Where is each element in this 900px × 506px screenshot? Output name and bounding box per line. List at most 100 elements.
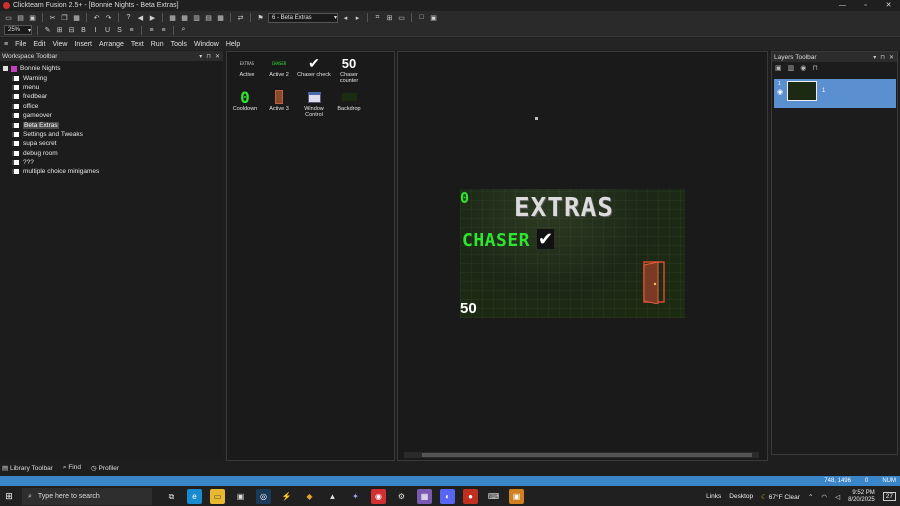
layer-lock-icon[interactable]: ⊓ (812, 64, 817, 72)
minimize-button[interactable]: — (831, 0, 854, 11)
object-chaser-counter[interactable]: 50 Chaser counter (331, 54, 367, 85)
align-icon[interactable]: ⌗ (373, 13, 382, 22)
store-icon[interactable]: ▣ (233, 489, 248, 504)
volume-icon[interactable]: ◁ (835, 493, 840, 501)
tree-frame-supa-secret[interactable]: supa secret (0, 139, 223, 148)
object-active-3[interactable]: Active 3 (261, 88, 297, 112)
weather-widget[interactable]: ☾ 67°F Clear (761, 493, 800, 501)
chaser-check[interactable]: ✔ (537, 229, 554, 249)
door-icon[interactable] (641, 259, 667, 304)
grid-icon[interactable]: ⊞ (385, 13, 394, 22)
tab-profiler[interactable]: ◷ Profiler (91, 464, 119, 472)
maximize-button[interactable]: ▫ (854, 0, 877, 11)
tree-frame-fredbear[interactable]: fredbear (0, 92, 223, 101)
collapse-icon[interactable] (3, 66, 8, 72)
add-layer-icon[interactable]: ▣ (775, 64, 782, 72)
chaser-label[interactable]: CHASER (462, 230, 530, 251)
clock[interactable]: 9:52 PM 8/20/2025 (848, 490, 875, 504)
menu-edit[interactable]: Edit (33, 41, 45, 48)
frame-icon[interactable]: ⚑ (256, 13, 265, 22)
tree-frame-menu[interactable]: menu (0, 83, 223, 92)
network-icon[interactable]: ◠ (821, 493, 827, 501)
close-panel-icon[interactable]: ✕ (215, 53, 220, 60)
desktop-toolbar[interactable]: Desktop (729, 493, 753, 500)
scroll-thumb[interactable] (422, 453, 752, 457)
delete-layer-icon[interactable]: ▥ (788, 64, 795, 72)
steam-icon[interactable]: ◎ (256, 489, 271, 504)
align-center-icon[interactable]: ≡ (147, 26, 156, 35)
extras-title[interactable]: EXTRAS (514, 193, 614, 223)
object-chaser-check[interactable]: ✔ Chaser check (296, 54, 332, 79)
tree-frame-debug-room[interactable]: debug room (0, 149, 223, 158)
forward-icon[interactable]: ▶ (148, 13, 157, 22)
shield-icon[interactable]: ◆ (302, 489, 317, 504)
search-icon[interactable]: ⌕ (179, 26, 188, 35)
object-active[interactable]: EXTRAS Active (229, 54, 265, 79)
menu-insert[interactable]: Insert (74, 41, 92, 48)
tree-frame-gameover[interactable]: gameover (0, 111, 223, 120)
copy-icon[interactable]: ❐ (60, 13, 69, 22)
layout-icon[interactable]: ▭ (397, 13, 406, 22)
dropdown-icon[interactable]: ▾ (873, 54, 876, 61)
strikeout-icon[interactable]: S (115, 26, 124, 35)
object-cooldown[interactable]: 0 Cooldown (227, 88, 263, 113)
menu-arrange[interactable]: Arrange (99, 41, 124, 48)
start-button[interactable]: ⊞ (0, 487, 18, 506)
undo-icon[interactable]: ↶ (92, 13, 101, 22)
edge-icon[interactable]: e (187, 489, 202, 504)
tree-frame-beta-extras[interactable]: Beta Extras (0, 120, 223, 129)
discord-icon[interactable]: ◐ (440, 489, 455, 504)
edit-text-icon[interactable]: ✎ (43, 26, 52, 35)
tree-frame-office[interactable]: office (0, 102, 223, 111)
menu-view[interactable]: View (52, 41, 67, 48)
object-window-control[interactable]: Window Control (296, 88, 332, 118)
dropdown-icon[interactable]: ▾ (199, 53, 202, 60)
app-icon-white[interactable]: ▲ (325, 489, 340, 504)
layer-row[interactable]: 1 ◉ 1 (774, 79, 896, 108)
layer-visibility-icon[interactable]: ◉ (800, 64, 806, 72)
keyboard-icon[interactable]: ⌨ (486, 489, 501, 504)
menu-help[interactable]: Help (226, 41, 240, 48)
redo-icon[interactable]: ↷ (104, 13, 113, 22)
tab-find[interactable]: ⌕ Find (63, 464, 81, 472)
frame-select[interactable]: 6 - Beta Extras ▾ (268, 12, 338, 23)
app-icon-orange[interactable]: ▣ (509, 489, 524, 504)
file-explorer-icon[interactable]: ▭ (210, 489, 225, 504)
taskbar-search[interactable]: ⌕ Type here to search (22, 488, 152, 505)
italic-icon[interactable]: I (91, 26, 100, 35)
grid-toggle-icon[interactable]: ⊞ (55, 26, 64, 35)
app-icon-red[interactable]: ● (463, 489, 478, 504)
tree-frame-mystery[interactable]: ??? (0, 158, 223, 167)
storyboard-icon[interactable]: ▦ (168, 13, 177, 22)
object-active-2[interactable]: CHASER Active 2 (261, 54, 297, 79)
pin-icon[interactable]: ⊓ (206, 53, 211, 60)
tree-root[interactable]: Bonnie Nights (0, 64, 223, 73)
zoom-select[interactable]: 25% ▾ (4, 25, 32, 35)
prev-frame-icon[interactable]: ◂ (341, 13, 350, 22)
tray-chevron-icon[interactable]: ⌃ (808, 493, 813, 501)
menu-file[interactable]: File (15, 41, 26, 48)
object-backdrop[interactable]: Backdrop (331, 88, 367, 112)
app-icon-multi[interactable]: ▦ (417, 489, 432, 504)
cut-icon[interactable]: ✂ (48, 13, 57, 22)
align-left-icon[interactable]: ≡ (127, 26, 136, 35)
save-icon[interactable]: ▣ (28, 13, 37, 22)
run-icon[interactable]: ⇄ (236, 13, 245, 22)
frame-editor-icon[interactable]: ▦ (180, 13, 189, 22)
close-button[interactable]: ✕ (877, 0, 900, 11)
eye-icon[interactable]: ◉ (777, 88, 783, 96)
pin-icon[interactable]: ⊓ (880, 54, 885, 61)
new-file-icon[interactable]: ▭ (4, 13, 13, 22)
event-editor-icon[interactable]: ▥ (192, 13, 201, 22)
app-icon-yellow[interactable]: ⚡ (279, 489, 294, 504)
menu-tools[interactable]: Tools (171, 41, 187, 48)
clickteam-icon[interactable]: ◉ (371, 489, 386, 504)
underline-icon[interactable]: U (103, 26, 112, 35)
align-right-icon[interactable]: ≡ (159, 26, 168, 35)
bold-icon[interactable]: B (79, 26, 88, 35)
links-toolbar[interactable]: Links (706, 493, 721, 500)
app-icon-blue[interactable]: ✦ (348, 489, 363, 504)
tree-frame-minigames[interactable]: multiple choice minigames (0, 167, 223, 176)
help-icon[interactable]: ? (124, 13, 133, 22)
tree-frame-warning[interactable]: Warning (0, 73, 223, 82)
